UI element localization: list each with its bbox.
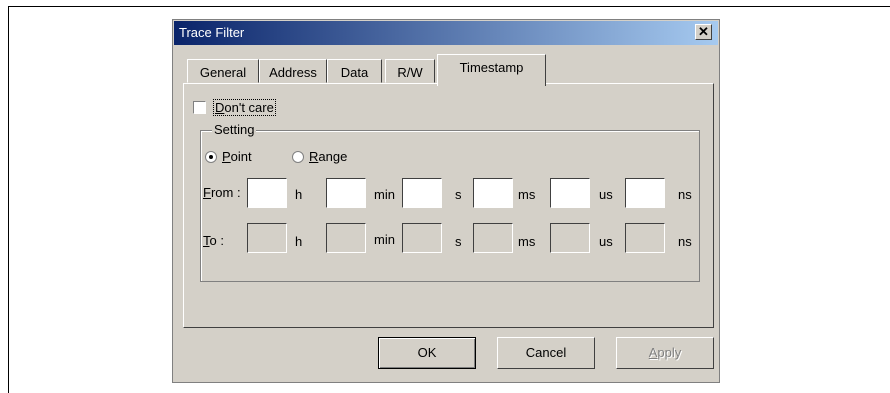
range-radio[interactable]	[292, 151, 304, 163]
from-microseconds-input[interactable]	[550, 178, 590, 208]
to-nanoseconds-unit: ns	[678, 234, 692, 249]
to-nanoseconds-input[interactable]	[625, 223, 665, 253]
to-minutes-input[interactable]	[326, 223, 366, 253]
page-border-top	[8, 6, 890, 7]
to-hours-input[interactable]	[247, 223, 287, 253]
to-label: To :	[203, 233, 224, 248]
to-seconds-input[interactable]	[402, 223, 442, 253]
range-label-rest: ange	[318, 149, 348, 164]
from-minutes-unit: min	[374, 187, 395, 202]
from-milliseconds-input[interactable]	[473, 178, 513, 208]
from-hours-unit: h	[295, 187, 303, 202]
point-label: Point	[222, 149, 252, 164]
from-hours-input[interactable]	[247, 178, 287, 208]
range-label: Range	[309, 149, 347, 164]
from-mnemonic: F	[203, 185, 211, 200]
to-seconds-unit: s	[455, 234, 462, 249]
point-radio[interactable]	[205, 151, 217, 163]
point-label-rest: oint	[230, 149, 252, 164]
from-seconds-input[interactable]	[402, 178, 442, 208]
from-microseconds-unit: us	[599, 187, 613, 202]
from-label: From :	[203, 185, 241, 200]
from-milliseconds-unit: ms	[518, 187, 536, 202]
to-milliseconds-unit: ms	[518, 234, 536, 249]
trace-filter-dialog: Trace Filter ✕ General Address Data R/W …	[172, 19, 720, 383]
range-mnemonic: R	[309, 149, 319, 164]
to-label-rest: o :	[209, 233, 224, 248]
to-minutes-unit: min	[374, 232, 395, 247]
point-mnemonic: P	[222, 149, 231, 164]
from-label-rest: rom :	[210, 185, 241, 200]
to-microseconds-input[interactable]	[550, 223, 590, 253]
from-minutes-input[interactable]	[326, 178, 366, 208]
from-nanoseconds-unit: ns	[678, 187, 692, 202]
from-seconds-unit: s	[455, 187, 462, 202]
to-hours-unit: h	[295, 234, 303, 249]
to-milliseconds-input[interactable]	[473, 223, 513, 253]
to-microseconds-unit: us	[599, 234, 613, 249]
page-border-left	[8, 6, 9, 393]
from-nanoseconds-input[interactable]	[625, 178, 665, 208]
